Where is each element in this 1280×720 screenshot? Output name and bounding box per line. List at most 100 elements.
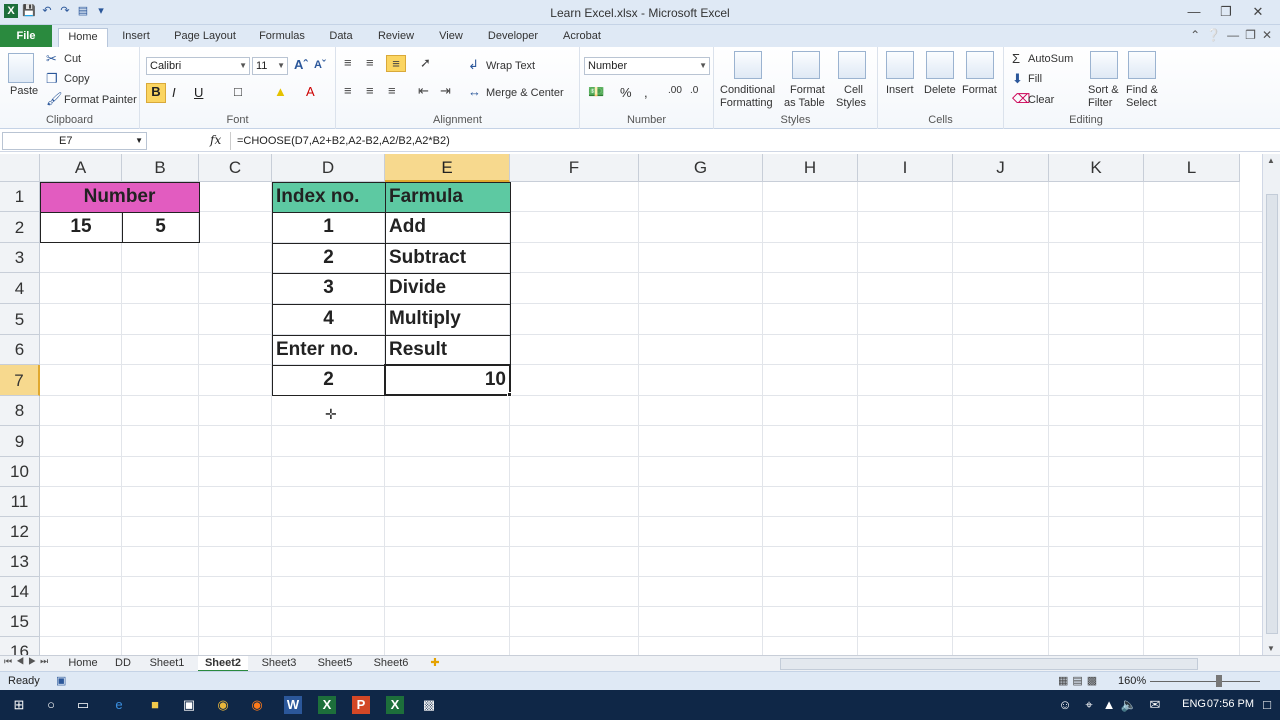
- scroll-down-icon[interactable]: ▼: [1267, 644, 1275, 653]
- bold-icon[interactable]: B: [146, 83, 166, 103]
- tab-developer[interactable]: Developer: [482, 28, 544, 47]
- sheet-tab-sheet3[interactable]: Sheet3: [254, 656, 304, 672]
- minimize-icon[interactable]: —: [1178, 2, 1210, 22]
- column-header-i[interactable]: I: [858, 154, 953, 182]
- row-header-3[interactable]: 3: [0, 243, 40, 273]
- task-view-icon[interactable]: ▭: [74, 696, 92, 714]
- tab-data[interactable]: Data: [324, 28, 358, 47]
- wrap-text-icon[interactable]: ↲: [468, 57, 479, 73]
- cut-button[interactable]: Cut: [64, 53, 81, 65]
- autosum-icon[interactable]: Σ: [1012, 51, 1020, 66]
- row-header-9[interactable]: 9: [0, 426, 40, 457]
- percent-icon[interactable]: %: [620, 85, 632, 100]
- new-sheet-icon[interactable]: ✚: [424, 656, 446, 672]
- sheet-nav-icon[interactable]: ⏮◀▶⏭: [4, 656, 52, 667]
- zoom-level[interactable]: 160%: [1118, 672, 1146, 690]
- font-name-combo[interactable]: Calibri ▼: [146, 57, 250, 75]
- row-header-13[interactable]: 13: [0, 547, 40, 577]
- sheet-tab-sheet6[interactable]: Sheet6: [366, 656, 416, 672]
- format-painter-icon[interactable]: 🖌: [46, 91, 63, 107]
- tab-home[interactable]: Home: [58, 28, 108, 47]
- decrease-decimal-icon[interactable]: .0: [690, 85, 698, 96]
- tab-view[interactable]: View: [434, 28, 468, 47]
- row-header-10[interactable]: 10: [0, 457, 40, 487]
- align-bottom-icon[interactable]: ≡: [386, 55, 406, 72]
- number-format-combo[interactable]: Number ▼: [584, 57, 710, 75]
- cell-styles-line2[interactable]: Styles: [836, 97, 866, 109]
- format-as-table-line2[interactable]: as Table: [784, 97, 825, 109]
- column-header-k[interactable]: K: [1049, 154, 1144, 182]
- volume-icon[interactable]: 🔈: [1120, 696, 1138, 714]
- network-icon[interactable]: ⌖: [1080, 696, 1098, 714]
- insert-cells-icon[interactable]: [886, 51, 914, 79]
- format-cells-button[interactable]: Format: [962, 84, 997, 96]
- conditional-formatting-line1[interactable]: Conditional: [720, 84, 775, 96]
- row-header-1[interactable]: 1: [0, 182, 40, 212]
- find-select-icon[interactable]: [1128, 51, 1156, 79]
- column-header-l[interactable]: L: [1144, 154, 1240, 182]
- excel-taskbar-icon[interactable]: X: [318, 696, 336, 714]
- conditional-formatting-line2[interactable]: Formatting: [720, 97, 773, 109]
- currency-icon[interactable]: 💵: [588, 84, 604, 100]
- workbook-close-icon[interactable]: ✕: [1262, 28, 1272, 42]
- row-header-11[interactable]: 11: [0, 487, 40, 517]
- tab-file[interactable]: File: [0, 25, 52, 47]
- align-middle-icon[interactable]: ≡: [366, 55, 374, 70]
- tab-insert[interactable]: Insert: [116, 28, 156, 47]
- cut-icon[interactable]: ✂: [46, 51, 57, 67]
- view-buttons-icon[interactable]: ▦▤▩: [1058, 672, 1101, 690]
- fill-color-icon[interactable]: ▲: [274, 84, 287, 99]
- borders-icon[interactable]: □: [234, 84, 242, 99]
- find-select-line1[interactable]: Find &: [1126, 84, 1158, 96]
- word-icon[interactable]: W: [284, 696, 302, 714]
- column-header-g[interactable]: G: [639, 154, 763, 182]
- excel-2-icon[interactable]: X: [386, 696, 404, 714]
- people-icon[interactable]: ☺: [1056, 696, 1074, 714]
- grow-font-icon[interactable]: Aˆ: [294, 57, 308, 72]
- align-left-icon[interactable]: ≡: [344, 83, 352, 98]
- column-header-h[interactable]: H: [763, 154, 858, 182]
- fill-icon[interactable]: ⬇: [1012, 71, 1023, 87]
- column-header-b[interactable]: B: [122, 154, 199, 182]
- tab-formulas[interactable]: Formulas: [254, 28, 310, 47]
- italic-icon[interactable]: I: [172, 85, 176, 100]
- column-header-a[interactable]: A: [40, 154, 122, 182]
- sheet-tab-sheet1[interactable]: Sheet1: [142, 656, 192, 672]
- edge-icon[interactable]: e: [110, 696, 128, 714]
- formula-input[interactable]: =CHOOSE(D7,A2+B2,A2-B2,A2/B2,A2*B2): [230, 132, 1278, 150]
- font-color-icon[interactable]: A: [306, 84, 315, 99]
- insert-cells-button[interactable]: Insert: [886, 84, 914, 96]
- zoom-slider[interactable]: [1150, 681, 1260, 682]
- tab-acrobat[interactable]: Acrobat: [558, 28, 606, 47]
- tray-icon[interactable]: ▲: [1100, 696, 1118, 714]
- column-header-e[interactable]: E: [385, 154, 510, 182]
- workbook-minimize-icon[interactable]: —: [1227, 28, 1239, 42]
- clock[interactable]: 07:56 PM: [1207, 698, 1254, 710]
- windows-start-icon[interactable]: ⊞: [10, 696, 28, 714]
- insert-function-icon[interactable]: fx: [210, 133, 221, 147]
- find-select-line2[interactable]: Select: [1126, 97, 1157, 109]
- orientation-icon[interactable]: ➚: [420, 55, 431, 71]
- format-painter-button[interactable]: Format Painter: [64, 94, 137, 106]
- font-size-combo[interactable]: 11 ▼: [252, 57, 288, 75]
- search-icon[interactable]: ○: [42, 696, 60, 714]
- file-explorer-icon[interactable]: ■: [146, 696, 164, 714]
- delete-cells-icon[interactable]: [926, 51, 954, 79]
- cell-styles-line1[interactable]: Cell: [844, 84, 863, 96]
- align-center-icon[interactable]: ≡: [366, 83, 374, 98]
- row-header-15[interactable]: 15: [0, 607, 40, 637]
- name-box[interactable]: E7 ▼: [2, 132, 147, 150]
- chrome-icon[interactable]: ◉: [214, 696, 232, 714]
- format-as-table-line1[interactable]: Format: [790, 84, 825, 96]
- row-header-7[interactable]: 7: [0, 365, 40, 396]
- tab-review[interactable]: Review: [372, 28, 420, 47]
- row-header-14[interactable]: 14: [0, 577, 40, 607]
- help-icon[interactable]: ❔: [1206, 28, 1221, 42]
- merge-center-icon[interactable]: ↔: [468, 84, 481, 99]
- row-header-12[interactable]: 12: [0, 517, 40, 547]
- store-icon[interactable]: ▣: [180, 696, 198, 714]
- underline-icon[interactable]: U: [194, 85, 203, 100]
- row-header-4[interactable]: 4: [0, 273, 40, 304]
- clear-button[interactable]: Clear: [1028, 94, 1054, 106]
- decrease-indent-icon[interactable]: ⇤: [418, 83, 429, 99]
